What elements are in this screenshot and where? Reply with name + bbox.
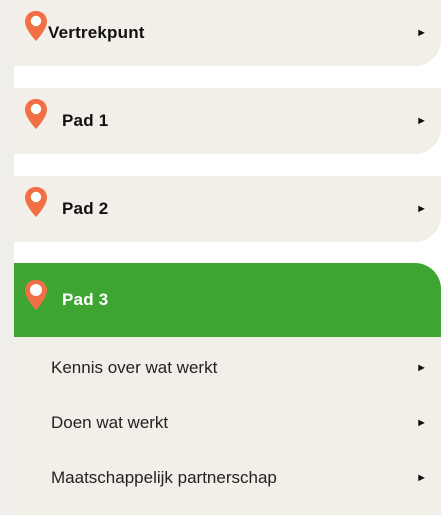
submenu-item-label: Doen wat werkt <box>51 413 169 432</box>
chevron-right-icon[interactable]: ► <box>416 417 427 429</box>
menu-item-label: Pad 1 <box>62 111 109 130</box>
map-pin-icon <box>25 187 47 217</box>
left-edge-strip <box>0 0 14 515</box>
menu-item-pad-3[interactable]: Pad 3 <box>14 263 441 337</box>
chevron-right-icon[interactable]: ► <box>416 472 427 484</box>
submenu-item-maatschappelijk-partnerschap[interactable]: Maatschappelijk partnerschap ► <box>14 451 441 505</box>
menu-item-label: Pad 2 <box>62 199 109 218</box>
menu-item-label: Pad 3 <box>62 290 109 309</box>
navigation-menu: Vertrekpunt ► Pad 1 ► Pad 2 ► Pad 3 Kenn… <box>0 0 441 515</box>
submenu-item-label: Maatschappelijk partnerschap <box>51 468 277 487</box>
menu-item-label: Vertrekpunt <box>48 23 145 42</box>
map-pin-icon <box>25 99 47 129</box>
submenu-pad-3: Kennis over wat werkt ► Doen wat werkt ►… <box>14 337 441 515</box>
submenu-item-doen-wat-werkt[interactable]: Doen wat werkt ► <box>14 396 441 450</box>
menu-item-vertrekpunt[interactable]: Vertrekpunt ► <box>14 0 441 66</box>
chevron-right-icon[interactable]: ► <box>416 362 427 374</box>
map-pin-icon <box>25 11 47 41</box>
chevron-right-icon[interactable]: ► <box>416 27 427 39</box>
chevron-right-icon[interactable]: ► <box>416 203 427 215</box>
menu-item-pad-1[interactable]: Pad 1 ► <box>14 88 441 154</box>
menu-item-pad-2[interactable]: Pad 2 ► <box>14 176 441 242</box>
submenu-item-label: Kennis over wat werkt <box>51 358 218 377</box>
submenu-item-kennis-over-wat-werkt[interactable]: Kennis over wat werkt ► <box>14 341 441 395</box>
chevron-right-icon[interactable]: ► <box>416 115 427 127</box>
map-pin-icon <box>25 280 47 310</box>
